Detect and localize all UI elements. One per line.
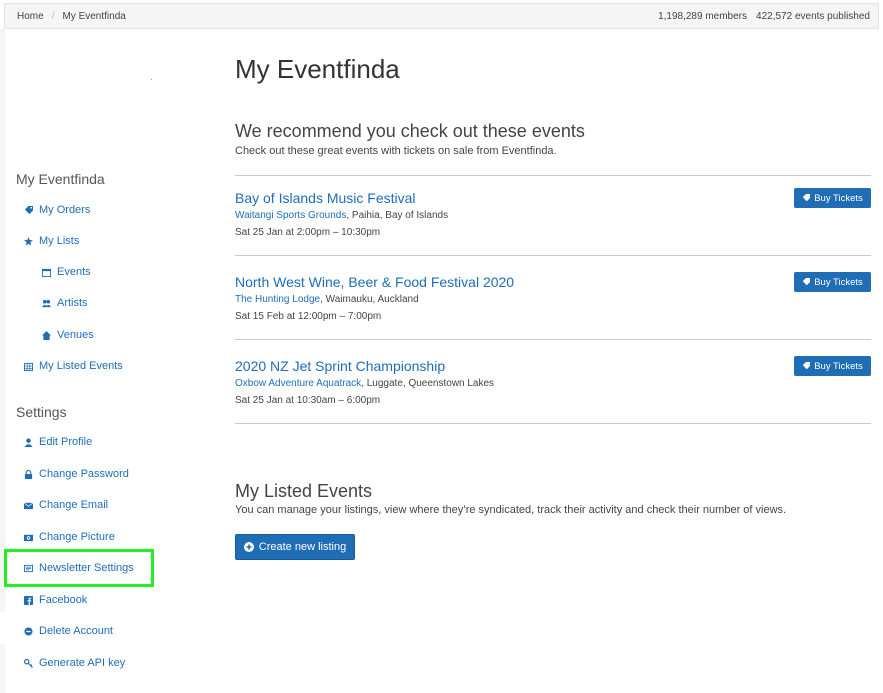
listed-events-heading: My Listed Events — [235, 481, 373, 501]
sidebar-item-venues[interactable]: Venues — [42, 327, 94, 343]
divider — [235, 339, 871, 340]
events-count: 422,572 events published — [756, 11, 870, 22]
camera-icon — [24, 533, 33, 542]
divider — [235, 423, 871, 424]
sidebar-item-label: Artists — [57, 297, 88, 309]
sidebar: My Eventfinda My Orders My Lists Events … — [0, 29, 200, 693]
top-bar: Home / My Eventfinda 1,198,289 members 4… — [4, 3, 879, 29]
breadcrumb-current: My Eventfinda — [62, 11, 126, 22]
sidebar-item-label: Events — [57, 266, 91, 278]
ticket-icon — [803, 278, 811, 286]
event-location: Waitangi Sports Grounds, Paihia, Bay of … — [235, 210, 448, 221]
create-listing-button[interactable]: Create new listing — [235, 534, 355, 560]
event-location: Oxbow Adventure Aquatrack, Luggate, Quee… — [235, 378, 494, 389]
sidebar-item-edit-profile[interactable]: Edit Profile — [24, 434, 92, 450]
sidebar-item-my-lists[interactable]: My Lists — [24, 233, 79, 249]
minus-circle-icon — [24, 626, 33, 636]
sidebar-item-my-orders[interactable]: My Orders — [24, 202, 90, 218]
event-date: Sat 25 Jan at 2:00pm – 10:30pm — [235, 227, 381, 238]
sidebar-item-label: Change Picture — [39, 531, 115, 543]
event-date: Sat 25 Jan at 10:30am – 6:00pm — [235, 395, 381, 406]
sidebar-item-label: Facebook — [39, 594, 88, 606]
members-count: 1,198,289 members — [658, 11, 748, 22]
calendar-icon — [42, 268, 51, 277]
sidebar-item-label: My Lists — [39, 235, 80, 247]
sidebar-item-label: My Orders — [39, 204, 91, 216]
event-title-link[interactable]: 2020 NZ Jet Sprint Championship — [235, 358, 445, 374]
ticket-icon — [803, 362, 811, 370]
buy-tickets-button[interactable]: Buy Tickets — [794, 356, 871, 376]
sidebar-item-facebook[interactable]: Facebook — [24, 592, 87, 608]
venue-link[interactable]: The Hunting Lodge — [235, 294, 320, 305]
key-icon — [24, 658, 33, 668]
buy-tickets-label: Buy Tickets — [814, 276, 863, 288]
sidebar-item-events[interactable]: Events — [42, 264, 91, 280]
event-title-link[interactable]: Bay of Islands Music Festival — [235, 190, 416, 206]
sidebar-item-my-listed-events[interactable]: My Listed Events — [24, 358, 123, 374]
ticket-icon — [803, 194, 811, 202]
newsletter-settings-highlight — [4, 549, 154, 587]
user-icon — [24, 437, 33, 447]
event-town: , Luggate, Queenstown Lakes — [361, 378, 495, 389]
sidebar-heading-settings: Settings — [16, 404, 67, 420]
buy-tickets-label: Buy Tickets — [814, 192, 863, 204]
event-card: North West Wine, Beer & Food Festival 20… — [235, 272, 871, 334]
site-stats: 1,198,289 members 422,572 events publish… — [658, 11, 870, 22]
event-card: Bay of Islands Music Festival Waitangi S… — [235, 188, 871, 250]
sidebar-item-change-email[interactable]: Change Email — [24, 497, 108, 513]
avatar — [151, 79, 152, 80]
page-title: My Eventfinda — [235, 54, 400, 84]
buy-tickets-button[interactable]: Buy Tickets — [794, 188, 871, 208]
breadcrumb-separator: / — [51, 11, 55, 22]
divider — [235, 255, 871, 256]
sidebar-item-delete-account-visible[interactable]: Delete Account — [24, 623, 113, 639]
event-town: , Waimauku, Auckland — [320, 294, 419, 305]
sidebar-item-label: My Listed Events — [39, 360, 123, 372]
star-icon — [24, 236, 33, 246]
home-icon — [42, 330, 51, 340]
event-card: 2020 NZ Jet Sprint Championship Oxbow Ad… — [235, 356, 871, 418]
breadcrumb: Home / My Eventfinda — [17, 11, 126, 22]
sidebar-item-label: Edit Profile — [39, 436, 93, 448]
sidebar-item-change-password[interactable]: Change Password — [24, 466, 129, 482]
sidebar-item-artists[interactable]: Artists — [42, 295, 88, 311]
sidebar-item-change-picture[interactable]: Change Picture — [24, 529, 115, 545]
breadcrumb-home-link[interactable]: Home — [17, 11, 44, 22]
event-town: , Paihia, Bay of Islands — [346, 210, 449, 221]
sidebar-item-label: Delete Account — [39, 625, 113, 637]
buy-tickets-button[interactable]: Buy Tickets — [794, 272, 871, 292]
sidebar-heading-my-eventfinda: My Eventfinda — [16, 171, 105, 187]
sidebar-item-label: Change Email — [39, 499, 109, 511]
event-title-link[interactable]: North West Wine, Beer & Food Festival 20… — [235, 274, 514, 290]
buy-tickets-label: Buy Tickets — [814, 360, 863, 372]
users-icon — [42, 299, 51, 308]
create-listing-label: Create new listing — [258, 541, 347, 553]
facebook-icon — [24, 595, 33, 605]
tag-icon — [24, 205, 33, 215]
event-location: The Hunting Lodge, Waimauku, Auckland — [235, 294, 419, 305]
sidebar-item-label: Change Password — [39, 468, 129, 480]
sidebar-item-generate-api-key[interactable]: Generate API key — [24, 655, 125, 671]
venue-link[interactable]: Oxbow Adventure Aquatrack — [235, 378, 361, 389]
divider — [235, 175, 871, 176]
sidebar-item-label: Venues — [57, 329, 94, 341]
lock-icon — [24, 469, 33, 479]
venue-link[interactable]: Waitangi Sports Grounds — [235, 210, 346, 221]
listed-events-subtitle: You can manage your listings, view where… — [235, 504, 787, 516]
sidebar-item-label: Generate API key — [39, 657, 126, 669]
recommend-heading: We recommend you check out these events — [235, 121, 585, 141]
plus-circle-icon — [243, 542, 254, 552]
recommend-subtitle: Check out these great events with ticket… — [235, 145, 557, 157]
envelope-icon — [24, 501, 33, 510]
event-date: Sat 15 Feb at 12:00pm – 7:00pm — [235, 311, 382, 322]
calendar-grid-icon — [24, 362, 33, 371]
